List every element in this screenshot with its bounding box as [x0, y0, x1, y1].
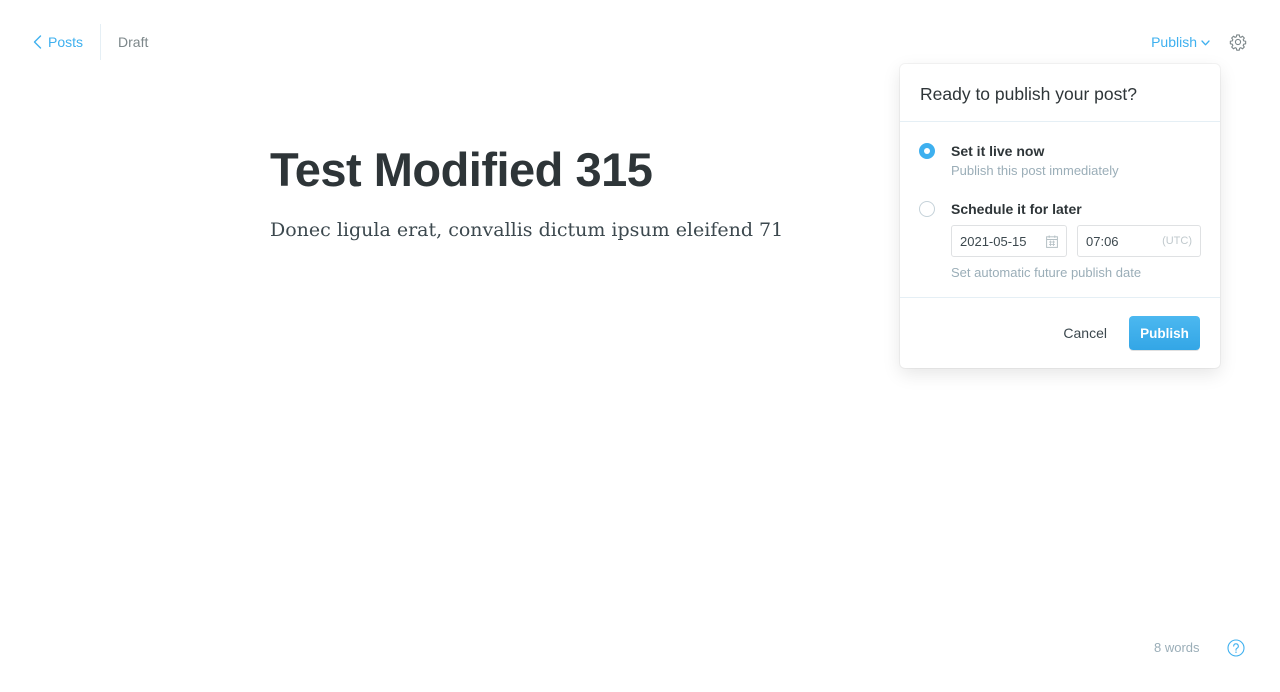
option-schedule-later-text: Schedule it for later 2021-05-15 07:06 (…: [951, 200, 1201, 281]
publish-menu-trigger[interactable]: Publish: [1151, 34, 1210, 50]
publish-options: Set it live now Publish this post immedi…: [900, 122, 1220, 298]
back-label: Posts: [48, 34, 84, 50]
help-button[interactable]: [1227, 639, 1245, 657]
post-title[interactable]: Test Modified 315: [270, 140, 890, 200]
option-publish-now[interactable]: Set it live now Publish this post immedi…: [919, 142, 1200, 181]
chevron-down-icon: [1201, 39, 1210, 45]
editor-actions: Publish: [1151, 30, 1247, 54]
time-input[interactable]: [1086, 233, 1162, 249]
post-body[interactable]: Donec ligula erat, convallis dictum ipsu…: [270, 215, 890, 245]
option-description: Publish this post immediately: [951, 163, 1119, 178]
radio-publish-now[interactable]: [919, 143, 935, 159]
publish-popover-title: Ready to publish your post?: [920, 84, 1137, 104]
option-publish-now-text: Set it live now Publish this post immedi…: [951, 142, 1119, 181]
publish-popover-footer: Cancel Publish: [900, 298, 1220, 368]
option-label: Set it live now: [951, 143, 1045, 159]
publish-button[interactable]: Publish: [1129, 316, 1200, 350]
option-schedule-later[interactable]: Schedule it for later 2021-05-15 07:06 (…: [919, 200, 1201, 281]
editor-nav: Posts Draft: [33, 24, 148, 60]
publish-menu-label: Publish: [1151, 34, 1197, 50]
time-picker[interactable]: (UTC): [1077, 225, 1201, 257]
gear-icon: [1229, 34, 1247, 51]
chevron-left-icon: [33, 35, 42, 49]
calendar-icon[interactable]: [1046, 235, 1058, 248]
publish-popover-header: Ready to publish your post?: [900, 64, 1220, 122]
timezone-label: (UTC): [1162, 235, 1192, 247]
post-editor: Test Modified 315 Donec ligula erat, con…: [270, 140, 890, 245]
post-status: Draft: [118, 34, 149, 50]
schedule-fields: (UTC): [951, 225, 1201, 257]
radio-schedule-later[interactable]: [919, 201, 935, 217]
publish-popover: Ready to publish your post? Set it live …: [900, 64, 1220, 368]
date-input[interactable]: [960, 233, 1036, 249]
question-circle-icon: [1227, 639, 1245, 657]
back-to-posts-link[interactable]: Posts: [33, 24, 100, 60]
word-count: 8 words: [1154, 640, 1200, 655]
cancel-button[interactable]: Cancel: [1059, 325, 1111, 341]
option-description: Set automatic future publish date: [951, 265, 1142, 280]
option-label: Schedule it for later: [951, 201, 1082, 217]
date-picker[interactable]: [951, 225, 1067, 257]
settings-button[interactable]: [1229, 33, 1247, 51]
